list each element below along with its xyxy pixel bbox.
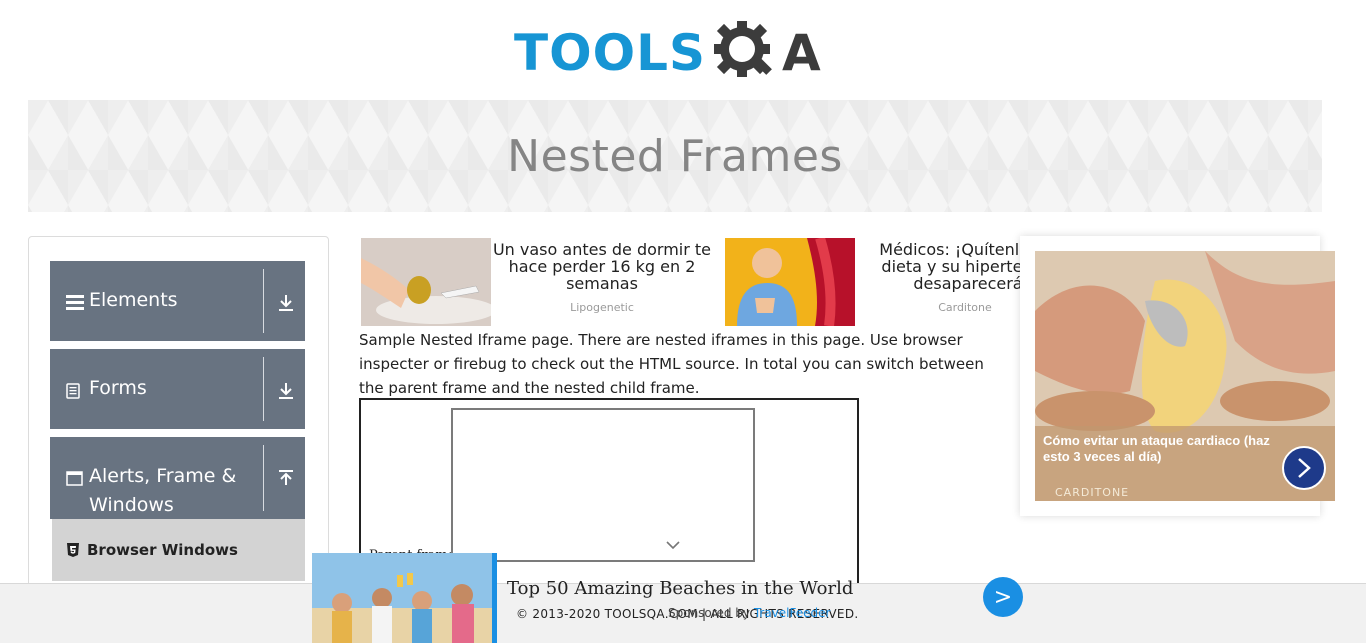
- upload-icon[interactable]: [277, 469, 295, 489]
- gear-magnifier-icon: [714, 21, 772, 77]
- logo-text-a: A: [782, 24, 821, 82]
- sidebar-group-forms[interactable]: Forms: [50, 349, 305, 429]
- sidebar-group-alerts-frame-windows[interactable]: Alerts, Frame & Windows: [50, 437, 305, 519]
- ad-title[interactable]: Un vaso antes de dormir te hace perder 1…: [491, 241, 713, 292]
- chevron-down-icon[interactable]: [665, 539, 681, 551]
- ad-title-line: Un vaso antes de dormir te: [492, 240, 712, 259]
- window-icon: [66, 471, 83, 486]
- child-iframe[interactable]: [451, 408, 755, 562]
- download-icon[interactable]: [277, 293, 295, 313]
- sidebar-group-label-line2: Windows: [89, 494, 174, 516]
- html5-icon: [67, 543, 79, 557]
- bottom-ad-sponsor[interactable]: Sponsored by TravelFeeder: [668, 606, 830, 620]
- ad-title-line: desaparecerá!: [913, 274, 1029, 292]
- left-sidebar: Elements Forms Alerts, Frame & Windows B…: [28, 236, 329, 596]
- ad-accent-bar: [492, 553, 497, 643]
- sidebar-group-label: Elements: [89, 289, 178, 311]
- sponsor-prefix: Sponsored by: [668, 606, 750, 620]
- ad-image-doctor[interactable]: [725, 238, 855, 326]
- divider: [263, 445, 264, 511]
- ad-image-beach[interactable]: [312, 553, 496, 643]
- ad-title-line: semanas: [566, 274, 638, 293]
- hamburger-icon: [66, 295, 84, 310]
- page-banner: Nested Frames: [28, 100, 1322, 212]
- download-icon[interactable]: [277, 381, 295, 401]
- right-ad-caption: Cómo evitar un ataque cardiaco (haz esto…: [1043, 433, 1270, 464]
- bottom-ad-title[interactable]: Top 50 Amazing Beaches in the World: [507, 578, 853, 599]
- ad-title[interactable]: Médicos: ¡Quítenlo dieta y su hiperter d…: [857, 241, 1029, 292]
- divider: [263, 269, 264, 333]
- sidebar-group-elements[interactable]: Elements: [50, 261, 305, 341]
- ad-title-line: dieta y su hiperter: [881, 257, 1029, 276]
- sidebar-item-label: Browser Windows: [87, 541, 238, 559]
- page: TOOLS A Nested Frames Elements Forms Ale…: [0, 0, 1366, 643]
- bottom-ad-next-button[interactable]: >: [983, 577, 1023, 617]
- sidebar-item-browser-windows[interactable]: Browser Windows: [52, 519, 305, 581]
- logo-text-tools: TOOLS: [514, 24, 706, 82]
- ad-source[interactable]: Carditone: [900, 301, 1030, 314]
- ad-title-line: Médicos: ¡Quítenlo: [879, 241, 1029, 259]
- page-description: Sample Nested Iframe page. There are nes…: [359, 331, 984, 397]
- toolsqa-logo[interactable]: TOOLS A: [514, 14, 844, 92]
- right-ad-brand: CARDITONE: [1055, 486, 1130, 499]
- sidebar-group-label: Forms: [89, 377, 147, 399]
- ad-title-line: hace perder 16 kg en 2: [508, 257, 696, 276]
- document-icon: [66, 383, 80, 399]
- right-ad-next-button[interactable]: [1282, 446, 1326, 490]
- divider: [263, 357, 264, 421]
- right-ad[interactable]: Cómo evitar un ataque cardiaco (haz esto…: [1020, 236, 1335, 516]
- chevron-right-icon: [1298, 458, 1311, 478]
- sponsor-name: TravelFeeder: [753, 606, 831, 620]
- sidebar-group-label-line1: Alerts, Frame &: [89, 465, 237, 487]
- ad-image-hand-bread[interactable]: [361, 238, 491, 326]
- ad-source[interactable]: Lipogenetic: [491, 301, 713, 314]
- page-title: Nested Frames: [507, 130, 843, 182]
